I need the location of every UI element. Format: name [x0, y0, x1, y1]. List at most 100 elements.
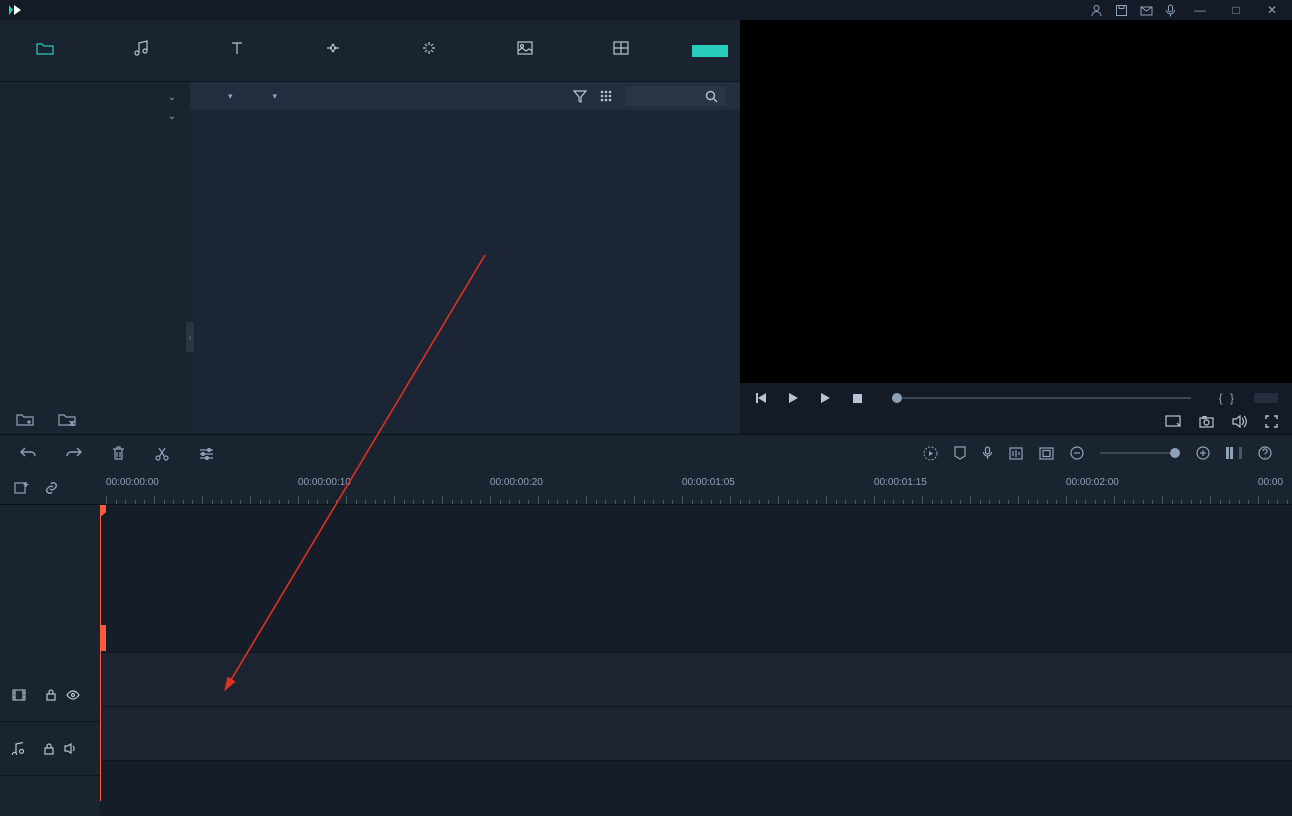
tree-sample-video[interactable]	[10, 132, 180, 136]
video-clip-icon	[12, 689, 26, 701]
media-row: ⌄ ⌄ ‹ x ▾ ▾	[0, 82, 740, 434]
user-icon[interactable]	[1090, 4, 1103, 17]
search-box[interactable]	[625, 86, 726, 106]
timeline-toolbar	[0, 435, 1292, 471]
text-icon	[227, 38, 247, 58]
stop-button[interactable]	[850, 391, 864, 405]
ruler-label: 00:00:01:05	[682, 477, 735, 488]
timeline-gutter	[0, 471, 100, 816]
mail-icon[interactable]	[1140, 4, 1153, 17]
crop-icon[interactable]	[1039, 447, 1054, 460]
save-icon[interactable]	[1115, 4, 1128, 17]
tab-effects[interactable]	[390, 38, 468, 64]
preview-timecode	[1254, 393, 1278, 403]
search-input[interactable]	[633, 89, 697, 103]
undo-button[interactable]	[20, 446, 36, 460]
media-area: ▾ ▾	[190, 82, 740, 434]
timeline-tracks[interactable]: 00:00:00:0000:00:00:1000:00:00:2000:00:0…	[100, 471, 1292, 816]
eye-icon[interactable]	[66, 690, 80, 700]
titlebar-right: — □ ✕	[1090, 3, 1284, 17]
ruler-label: 00:00:00:00	[106, 477, 159, 488]
track-empty[interactable]	[100, 505, 1292, 653]
prev-frame-button[interactable]	[754, 391, 768, 405]
caret-down-icon: ▾	[228, 91, 233, 102]
track-video-1[interactable]	[100, 653, 1292, 707]
tab-transition[interactable]	[294, 38, 372, 64]
grid-view-icon[interactable]	[599, 89, 613, 103]
maximize-button[interactable]: □	[1224, 3, 1248, 17]
play-forward-button[interactable]	[818, 391, 832, 405]
mark-in-out-icon[interactable]: { }	[1219, 391, 1236, 405]
help-icon[interactable]	[1258, 446, 1272, 460]
split-button[interactable]	[155, 446, 169, 461]
add-track-icon[interactable]	[14, 481, 30, 495]
media-thumbnails	[190, 110, 740, 132]
app-logo	[8, 3, 26, 17]
adjust-button[interactable]	[199, 447, 214, 460]
tab-splitscreen[interactable]	[582, 38, 660, 64]
sidebar-buttons: x	[16, 412, 76, 426]
search-icon[interactable]	[705, 90, 718, 103]
tab-media[interactable]	[6, 38, 84, 64]
preview-scrub-slider[interactable]	[892, 397, 1191, 399]
timeline-ruler[interactable]: 00:00:00:0000:00:00:1000:00:00:2000:00:0…	[100, 471, 1292, 505]
delete-button[interactable]	[112, 446, 125, 461]
render-button[interactable]	[923, 446, 938, 461]
snapshot-icon[interactable]	[1199, 416, 1214, 428]
preview-panel: { }	[740, 20, 1292, 434]
quality-icon[interactable]	[1165, 415, 1181, 428]
tree-project-media[interactable]: ⌄	[10, 90, 180, 105]
gutter-top	[0, 471, 100, 505]
media-panel: ⌄ ⌄ ‹ x ▾ ▾	[0, 20, 740, 434]
tab-audio[interactable]	[102, 38, 180, 64]
chevron-down-icon: ⌄	[168, 111, 176, 122]
speaker-icon[interactable]	[64, 743, 77, 754]
marker-icon[interactable]	[954, 446, 966, 460]
volume-icon[interactable]	[1232, 415, 1247, 428]
minimize-button[interactable]: —	[1188, 3, 1212, 17]
audio-track-header[interactable]	[0, 722, 100, 776]
audio-mixer-icon[interactable]	[1009, 447, 1023, 460]
video-track-header[interactable]	[0, 668, 100, 722]
filter-icon[interactable]	[573, 89, 587, 103]
lock-icon[interactable]	[44, 743, 54, 755]
redo-button[interactable]	[66, 446, 82, 460]
media-tree: ⌄ ⌄	[0, 88, 190, 138]
export-button[interactable]	[692, 45, 728, 57]
main-tabs	[0, 20, 740, 82]
music-icon	[131, 38, 151, 58]
close-button[interactable]: ✕	[1260, 3, 1284, 17]
zoom-out-button[interactable]	[1070, 446, 1084, 460]
preview-controls: { }	[740, 383, 1292, 434]
grid-icon	[611, 38, 631, 58]
tree-shared-media[interactable]: ⌄	[10, 109, 180, 124]
zoom-slider[interactable]	[1100, 452, 1180, 454]
zoom-in-button[interactable]	[1196, 446, 1210, 460]
sidebar-collapse-handle[interactable]: ‹	[186, 322, 194, 352]
ruler-label: 00:00	[1258, 477, 1283, 488]
new-folder-icon[interactable]	[16, 412, 34, 426]
play-button[interactable]	[786, 391, 800, 405]
tab-elements[interactable]	[486, 38, 564, 64]
caret-down-icon: ▾	[273, 91, 278, 102]
ruler-label: 00:00:01:15	[874, 477, 927, 488]
fullscreen-icon[interactable]	[1265, 415, 1278, 428]
upper-pane: ⌄ ⌄ ‹ x ▾ ▾	[0, 20, 1292, 434]
ruler-label: 00:00:02:00	[1066, 477, 1119, 488]
folder-icon	[35, 38, 55, 58]
zoom-fit-button[interactable]	[1226, 446, 1242, 460]
record-button[interactable]: ▾	[249, 91, 278, 102]
import-button[interactable]: ▾	[204, 91, 233, 102]
voiceover-icon[interactable]	[982, 446, 993, 461]
playhead[interactable]	[100, 505, 101, 801]
tab-titles[interactable]	[198, 38, 276, 64]
ruler-label: 00:00:00:20	[490, 477, 543, 488]
track-audio-1[interactable]	[100, 707, 1292, 761]
delete-folder-icon[interactable]: x	[58, 412, 76, 426]
image-icon	[515, 38, 535, 58]
mic-icon[interactable]	[1165, 4, 1176, 17]
preview-viewport[interactable]	[740, 20, 1292, 383]
lock-icon[interactable]	[46, 689, 56, 701]
transition-icon	[323, 38, 343, 58]
link-icon[interactable]	[44, 481, 59, 495]
